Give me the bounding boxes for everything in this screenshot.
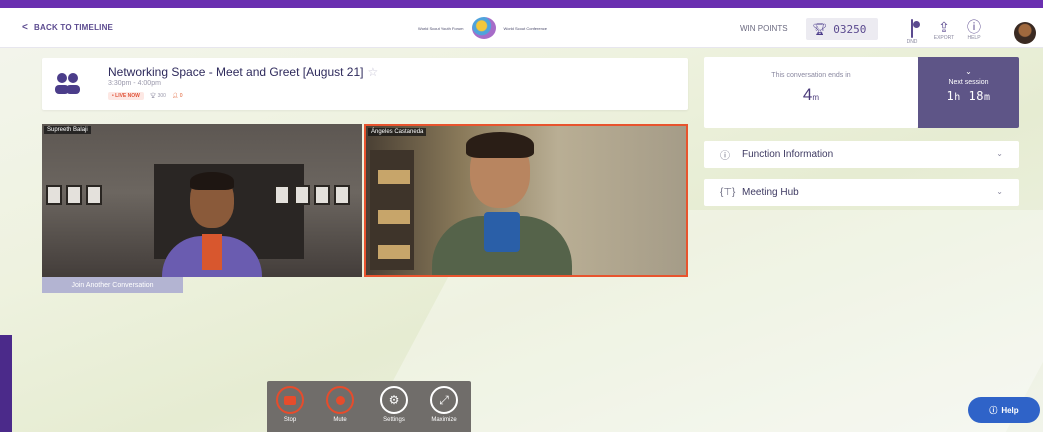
stop-label: Stop xyxy=(283,417,297,423)
gear-icon: ⚙ xyxy=(380,386,408,414)
conversation-value: 4m xyxy=(704,85,918,105)
conversation-label: This conversation ends in xyxy=(771,72,851,79)
camera-icon xyxy=(276,386,304,414)
participant-name-tag: Ángeles Castaneda xyxy=(368,128,427,136)
chevron-left-icon: < xyxy=(22,22,29,33)
live-badge: • LIVE NOW xyxy=(108,92,144,100)
settings-label: Settings xyxy=(383,417,405,423)
next-session-card[interactable]: ⌄ Next session 1h 18m xyxy=(918,57,1019,128)
help-floating-button[interactable]: ⓘ Help xyxy=(968,397,1040,423)
meeting-hub-label: Meeting Hub xyxy=(742,187,799,198)
back-to-timeline-link[interactable]: < BACK TO TIMELINE xyxy=(22,22,113,33)
function-information-label: Function Information xyxy=(742,149,834,160)
wall-frames-left xyxy=(46,185,102,205)
wall-frames-right xyxy=(274,185,350,205)
info-icon: ⓘ xyxy=(720,151,730,162)
attendee-count: 👤︎ 0 xyxy=(172,93,183,99)
video-tile-1[interactable]: Supreeth Balaji xyxy=(42,124,362,277)
conversation-minutes: 4 xyxy=(802,85,813,104)
attendee-count-value: 0 xyxy=(179,93,183,99)
maximize-label: Maximize xyxy=(431,417,457,423)
join-another-conversation-button[interactable]: Join Another Conversation xyxy=(42,277,183,293)
next-session-label: Next session xyxy=(948,79,989,86)
meeting-hub-accordion[interactable]: {⊤} Meeting Hub ⌄ xyxy=(704,179,1019,206)
favorite-star-icon[interactable]: ☆ xyxy=(367,65,378,79)
meeting-hub-icon: {⊤} xyxy=(720,187,736,198)
trophy-count: 🏆︎ 300 xyxy=(150,93,166,99)
winpoints-value: 03250 xyxy=(833,22,867,36)
winpoints-box: 🏆︎ 03250 xyxy=(806,18,878,40)
call-controls: Stop Mute ⚙ Settings ⤢ Maximize xyxy=(267,381,471,432)
participant-name-tag: Supreeth Balaji xyxy=(44,126,91,134)
next-session-value: 1h 18m xyxy=(946,89,991,103)
settings-button[interactable]: ⚙ Settings xyxy=(371,386,417,423)
export-icon: ⇪ xyxy=(938,19,950,35)
user-avatar[interactable] xyxy=(1014,22,1036,44)
winpoints-label: WIN POINTS xyxy=(740,24,788,33)
participant-figure xyxy=(162,172,262,277)
session-title-text: Networking Space - Meet and Greet [Augus… xyxy=(108,65,364,79)
stop-video-button[interactable]: Stop xyxy=(267,386,313,423)
next-minutes: 18 xyxy=(968,89,984,103)
session-meta: • LIVE NOW 🏆︎ 300 👤︎ 0 xyxy=(108,92,183,100)
event-logos: World Scout Youth Forum World Scout Conf… xyxy=(418,17,547,39)
function-information-accordion[interactable]: ⓘ Function Information ⌄ xyxy=(704,141,1019,168)
background-shelf xyxy=(370,150,414,270)
person-icon: 👤︎ xyxy=(171,93,180,99)
chevron-down-icon: ⌄ xyxy=(996,187,1003,196)
maximize-icon: ⤢ xyxy=(430,386,458,414)
session-title: Networking Space - Meet and Greet [Augus… xyxy=(108,65,378,79)
dnd-toggle[interactable]: DND xyxy=(898,19,926,45)
trophy-small-icon: 🏆︎ xyxy=(149,93,158,99)
export-label: EXPORT xyxy=(933,35,955,41)
dnd-label: DND xyxy=(906,39,918,45)
session-time: 3:30pm - 4:00pm xyxy=(108,80,161,87)
mute-button[interactable]: Mute xyxy=(317,386,363,423)
mic-icon xyxy=(326,386,354,414)
help-top-button[interactable]: ⓘ HELP xyxy=(960,20,988,41)
help-circle-icon: ⓘ xyxy=(989,405,998,415)
help-top-label: HELP xyxy=(967,35,981,41)
mute-label: Mute xyxy=(333,417,347,423)
back-link-label: BACK TO TIMELINE xyxy=(34,23,114,32)
globe-logo-icon xyxy=(471,17,496,39)
help-button-label: Help xyxy=(1001,405,1019,415)
chevron-down-icon: ⌄ xyxy=(996,149,1003,158)
toggle-icon xyxy=(911,19,913,38)
left-accent-strip xyxy=(0,335,12,432)
export-button[interactable]: ⇪ EXPORT xyxy=(930,20,958,41)
people-icon xyxy=(55,73,80,94)
brand-strip xyxy=(0,0,1043,8)
trophy-icon: 🏆︎ xyxy=(812,22,828,36)
maximize-button[interactable]: ⤢ Maximize xyxy=(421,386,467,423)
chevron-down-icon: ⌄ xyxy=(965,67,972,76)
logo-text-left: World Scout Youth Forum xyxy=(418,25,464,31)
video-tile-2-active[interactable]: Ángeles Castaneda xyxy=(364,124,688,277)
conversation-unit: m xyxy=(812,93,820,102)
conversation-timer-card: This conversation ends in 4m xyxy=(704,57,918,128)
session-card: Networking Space - Meet and Greet [Augus… xyxy=(42,58,688,110)
help-icon: ⓘ xyxy=(967,19,981,35)
trophy-count-value: 300 xyxy=(157,93,166,99)
participant-figure xyxy=(426,132,576,275)
logo-text-right: World Scout Conference xyxy=(503,25,548,31)
top-bar: < BACK TO TIMELINE World Scout Youth Foru… xyxy=(0,8,1043,48)
